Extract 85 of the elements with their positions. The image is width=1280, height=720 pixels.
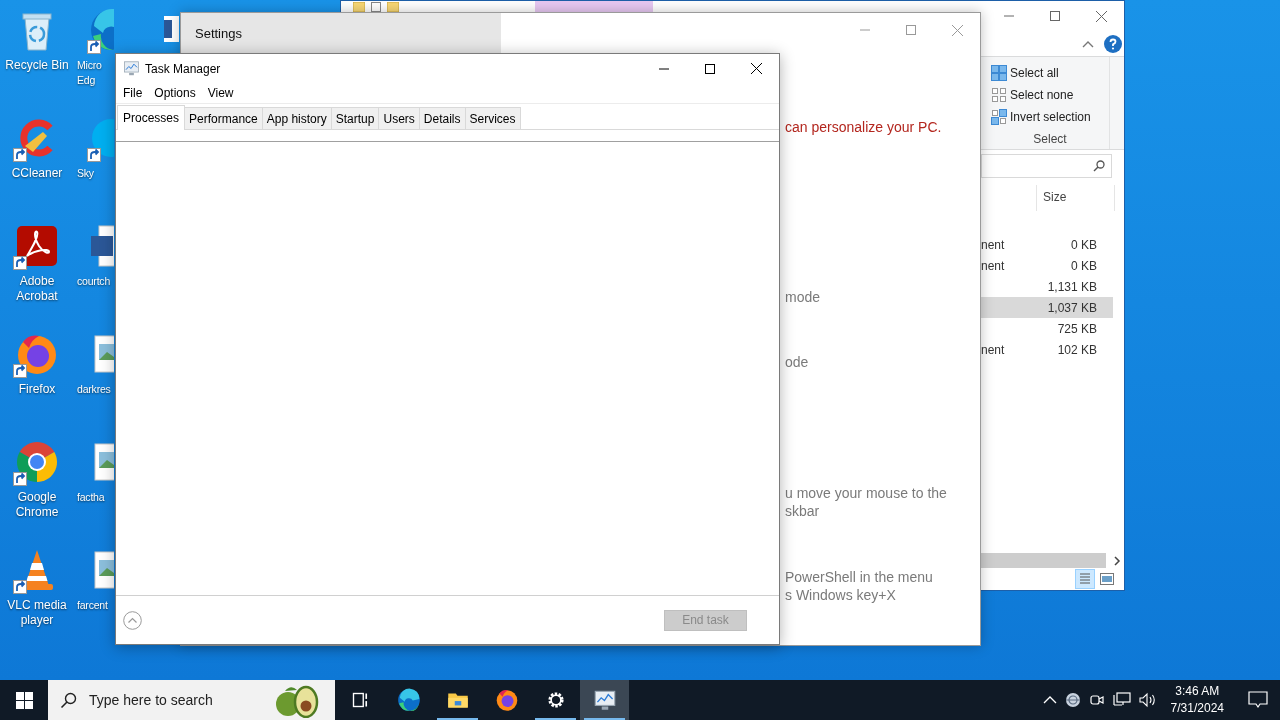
clock[interactable]: 3:46 AM 7/31/2024 — [1164, 683, 1230, 717]
description-text: u move your mouse to the — [785, 484, 948, 502]
ribbon-group-label: Select — [1033, 132, 1067, 146]
fewer-details-icon[interactable] — [123, 610, 142, 630]
description-text: skbar — [785, 502, 821, 520]
tab[interactable]: Details — [418, 107, 466, 129]
description-text: ode — [785, 353, 810, 371]
select-none-icon — [991, 87, 1007, 103]
tab[interactable]: Users — [378, 107, 420, 129]
description-text: PowerShell in the menu — [785, 568, 934, 586]
tab[interactable]: App history — [261, 107, 332, 129]
clock-time: 3:46 AM — [1175, 683, 1220, 700]
icon-label[interactable]: Google Chrome — [1, 490, 73, 520]
description-text: s Windows key+X — [785, 586, 897, 604]
icon-label[interactable]: VLC media player — [1, 598, 73, 628]
document-icon[interactable] — [164, 16, 179, 42]
file-row[interactable]: nent 0 KB — [981, 255, 1113, 276]
menu-item[interactable]: File — [117, 83, 149, 103]
ribbon-command[interactable]: Invert selection — [991, 106, 1109, 128]
icon-label[interactable]: Adobe Acrobat — [1, 274, 73, 304]
scroll-right-icon[interactable] — [1113, 555, 1121, 566]
search-field[interactable] — [981, 154, 1112, 178]
camera-icon[interactable] — [1088, 692, 1105, 708]
icon-label[interactable]: farcent — [77, 598, 108, 613]
table-cell: nent — [981, 342, 1005, 357]
close-icon — [1095, 10, 1107, 22]
globe-icon[interactable] — [1064, 692, 1081, 708]
tab[interactable]: Processes — [117, 105, 186, 130]
tab[interactable]: Performance — [184, 107, 263, 129]
icon-label[interactable]: courtch — [77, 274, 111, 289]
ribbon-command[interactable]: Select none — [991, 84, 1109, 106]
close-icon — [951, 24, 963, 36]
volume-icon[interactable] — [1138, 692, 1157, 708]
table-cell: 1,131 KB — [1047, 279, 1097, 294]
show-hidden-icons-icon[interactable] — [1042, 696, 1057, 704]
menu-item[interactable]: Options — [148, 83, 202, 103]
table-cell: 1,037 KB — [1047, 300, 1097, 315]
document-icon[interactable] — [371, 2, 381, 12]
file-row[interactable]: 1,037 KB — [981, 297, 1113, 318]
ribbon-command[interactable]: Select all — [991, 62, 1109, 84]
collapse-ribbon-icon[interactable] — [1082, 39, 1094, 48]
icon-label[interactable]: Firefox — [18, 382, 56, 397]
tab[interactable]: Services — [464, 107, 521, 129]
maximize-icon — [705, 63, 715, 74]
invert-selection-icon — [991, 109, 1007, 125]
icon-label[interactable]: factha — [77, 490, 105, 505]
browser-icon[interactable] — [87, 6, 114, 54]
browser-icon — [395, 687, 422, 713]
window-title: Task Manager — [145, 61, 221, 76]
menu-item[interactable]: View — [201, 83, 240, 103]
description-text: mode — [785, 288, 822, 306]
search-input[interactable]: Type here to search — [87, 691, 263, 709]
icon-label[interactable]: CCleaner — [11, 166, 63, 181]
windows-logo-icon — [15, 691, 33, 709]
scrollbar-thumb[interactable] — [981, 553, 1106, 568]
tab[interactable]: Startup — [330, 107, 380, 129]
search-icon — [1093, 160, 1105, 172]
maximize-icon — [906, 25, 916, 35]
notifications-icon[interactable] — [1248, 691, 1268, 709]
select-all-icon — [991, 65, 1007, 81]
icon-label[interactable]: darkres — [77, 382, 111, 397]
taskbar-app-button[interactable] — [580, 680, 629, 720]
table-cell: nent — [981, 258, 1005, 273]
table-cell: 0 KB — [1071, 258, 1097, 273]
monitor-chart-icon — [123, 61, 140, 76]
description-text: can personalize your PC. — [785, 118, 943, 136]
table-cell: nent — [981, 237, 1005, 252]
maximize-icon — [1050, 11, 1060, 21]
thumbnail-view-icon[interactable] — [1100, 573, 1114, 585]
table-cell: 102 KB — [1057, 342, 1097, 357]
window-title: Settings — [195, 25, 242, 41]
file-row[interactable]: nent 102 KB — [981, 339, 1113, 360]
file-row[interactable]: 725 KB — [981, 318, 1113, 339]
close-icon — [750, 63, 762, 74]
network-icon[interactable] — [1112, 692, 1131, 708]
file-row[interactable]: 1,131 KB — [981, 276, 1113, 297]
help-icon[interactable] — [1104, 34, 1122, 53]
icon-label[interactable]: Sky — [77, 166, 94, 181]
table-cell: 0 KB — [1071, 237, 1097, 252]
search-bar[interactable]: Type here to search — [48, 680, 335, 720]
column-header[interactable]: Size — [1036, 185, 1115, 211]
search-icon — [60, 691, 77, 709]
table-cell: 725 KB — [1057, 321, 1097, 336]
file-row[interactable]: nent 0 KB — [981, 234, 1113, 255]
clock-date: 7/31/2024 — [1170, 700, 1224, 717]
